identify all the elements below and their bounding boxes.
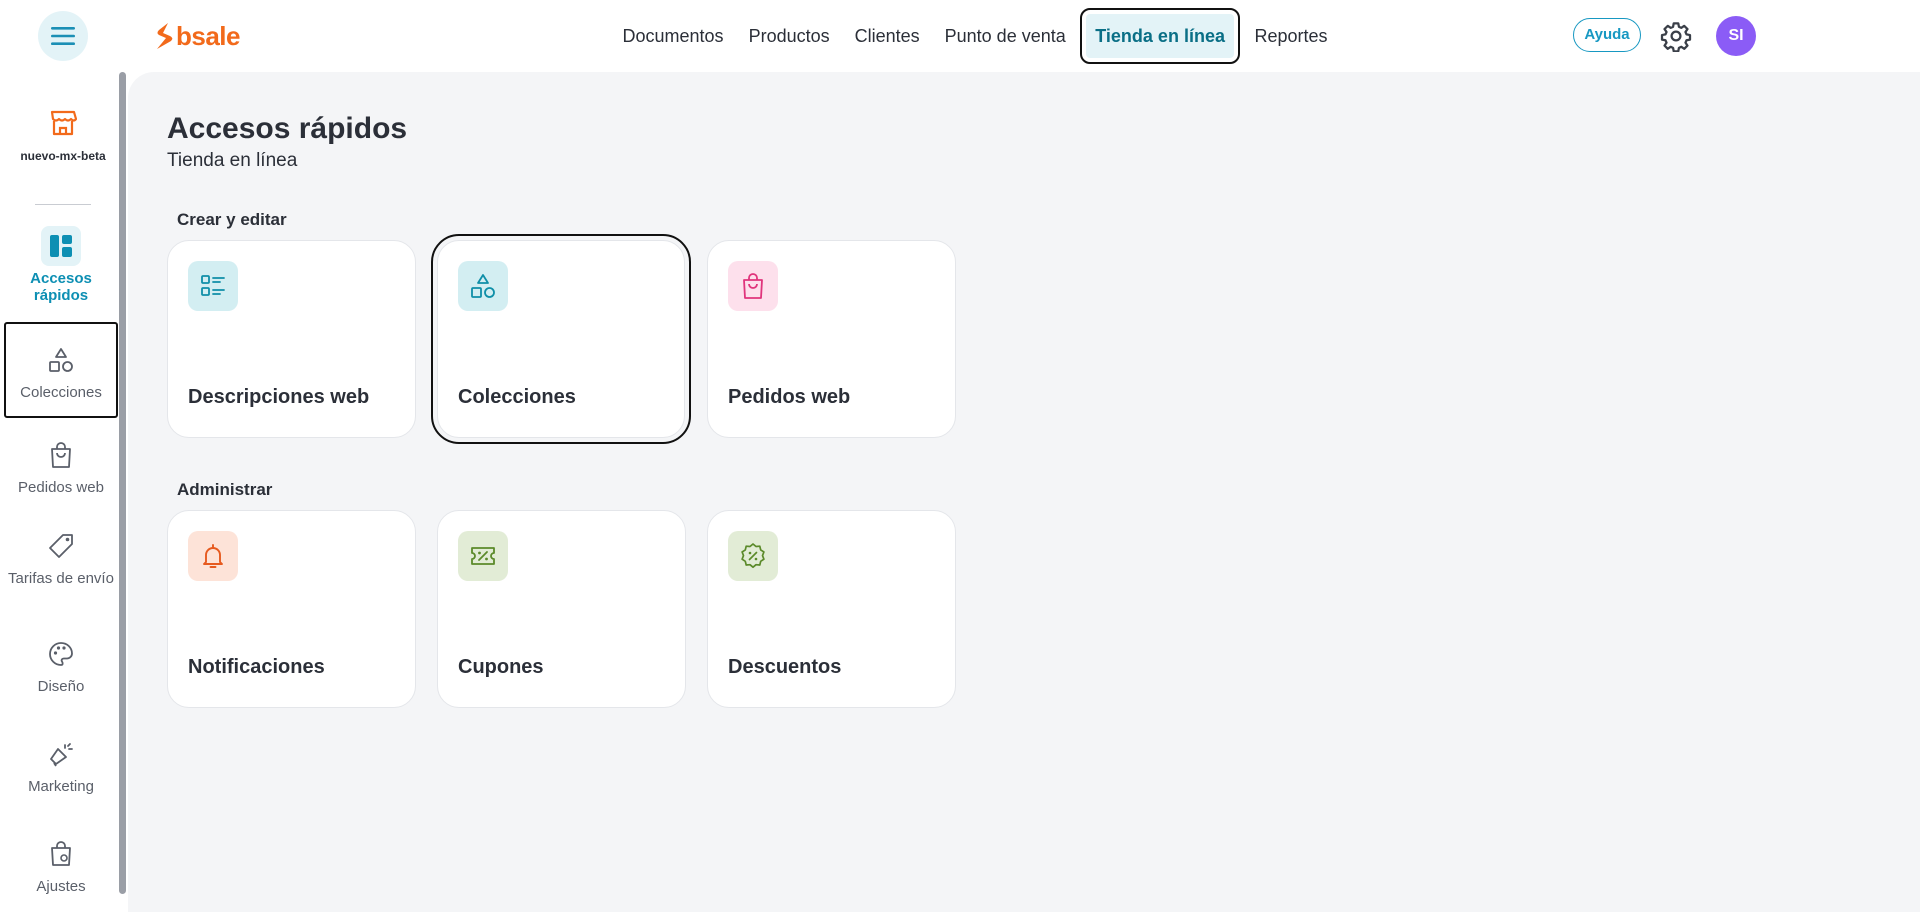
card-icon-bg: [458, 531, 508, 581]
page-subtitle: Tienda en línea: [167, 150, 298, 171]
palette-icon: [49, 642, 73, 666]
card-notificaciones[interactable]: Notificaciones: [167, 510, 416, 708]
nav-clientes[interactable]: Clientes: [842, 14, 932, 58]
shopping-bag-icon: [51, 442, 71, 468]
card-icon-bg: [188, 261, 238, 311]
nav-tienda-en-linea[interactable]: Tienda en línea: [1080, 8, 1240, 64]
sidebar-scrollbar[interactable]: [119, 72, 126, 894]
shapes-icon: [471, 274, 495, 298]
coupon-icon: [471, 547, 495, 565]
sidebar-item-ajustes[interactable]: Ajustes: [4, 834, 118, 895]
sidebar-item-marketing[interactable]: Marketing: [4, 734, 118, 795]
card-title: Notificaciones: [188, 656, 325, 678]
bell-icon: [203, 544, 223, 568]
card-pedidos-web[interactable]: Pedidos web: [707, 240, 956, 438]
sidebar-item-tarifas-de-envio[interactable]: Tarifas de envío: [4, 526, 118, 587]
card-cupones[interactable]: Cupones: [437, 510, 686, 708]
sidebar-item-label: Colecciones: [20, 384, 102, 401]
sidebar-divider: [35, 204, 91, 205]
sidebar-item-colecciones[interactable]: Colecciones: [4, 322, 118, 418]
card-descuentos[interactable]: Descuentos: [707, 510, 956, 708]
card-descripciones-web[interactable]: Descripciones web: [167, 240, 416, 438]
store-name: nuevo-mx-beta: [20, 149, 106, 163]
brand-logo[interactable]: bsale: [154, 19, 241, 53]
brand-name: bsale: [176, 20, 241, 51]
hamburger-menu-button[interactable]: [38, 11, 88, 61]
bsale-logo-icon: [157, 23, 173, 49]
sidebar-item-label: Accesos rápidos: [30, 270, 92, 304]
section-label-crear-y-editar: Crear y editar: [177, 210, 287, 229]
nav-punto-de-venta[interactable]: Punto de venta: [932, 14, 1078, 58]
card-title: Cupones: [458, 656, 544, 678]
list-icon: [201, 275, 225, 296]
main-content: [128, 72, 1920, 912]
nav-documentos[interactable]: Documentos: [610, 14, 736, 58]
card-icon-bg: [458, 261, 508, 311]
sidebar-item-label: Ajustes: [36, 878, 86, 895]
card-icon-bg: [188, 531, 238, 581]
sidebar-item-pedidos-web[interactable]: Pedidos web: [4, 435, 118, 496]
card-title: Descuentos: [728, 656, 842, 678]
page-title: Accesos rápidos: [167, 112, 408, 145]
card-title: Colecciones: [458, 386, 576, 408]
sidebar-item-label: Marketing: [28, 778, 94, 795]
card-title: Descripciones web: [188, 386, 370, 408]
card-colecciones[interactable]: Colecciones: [431, 234, 691, 444]
settings-gear-icon[interactable]: [1660, 20, 1692, 52]
nav-reportes[interactable]: Reportes: [1242, 14, 1340, 58]
shapes-icon: [49, 348, 73, 372]
main-nav: Documentos Productos Clientes Punto de v…: [610, 8, 1340, 64]
store-selector[interactable]: nuevo-mx-beta: [14, 108, 112, 164]
help-button[interactable]: Ayuda: [1573, 18, 1641, 52]
top-bar: bsale Documentos Productos Clientes Punt…: [0, 0, 1920, 72]
card-icon-bg: [728, 261, 778, 311]
tag-icon: [49, 534, 73, 558]
discount-badge-icon: [741, 543, 765, 569]
sidebar-item-label: Tarifas de envío: [8, 570, 114, 587]
grid-icon: [50, 235, 72, 257]
megaphone-icon: [50, 743, 73, 767]
user-avatar[interactable]: SI: [1716, 16, 1756, 56]
section-label-administrar: Administrar: [177, 480, 273, 499]
bag-settings-icon: [51, 841, 71, 866]
card-title: Pedidos web: [728, 386, 851, 408]
sidebar-item-diseno[interactable]: Diseño: [4, 634, 118, 695]
card-icon-bg: [728, 531, 778, 581]
sidebar-item-label: Diseño: [37, 678, 85, 695]
storefront-icon: [50, 110, 78, 136]
sidebar-item-label: Pedidos web: [18, 479, 104, 496]
sidebar-item-accesos-rapidos[interactable]: Accesos rápidos: [4, 226, 118, 304]
hamburger-icon: [51, 27, 75, 45]
shopping-bag-icon: [743, 273, 763, 299]
nav-productos[interactable]: Productos: [736, 14, 842, 58]
